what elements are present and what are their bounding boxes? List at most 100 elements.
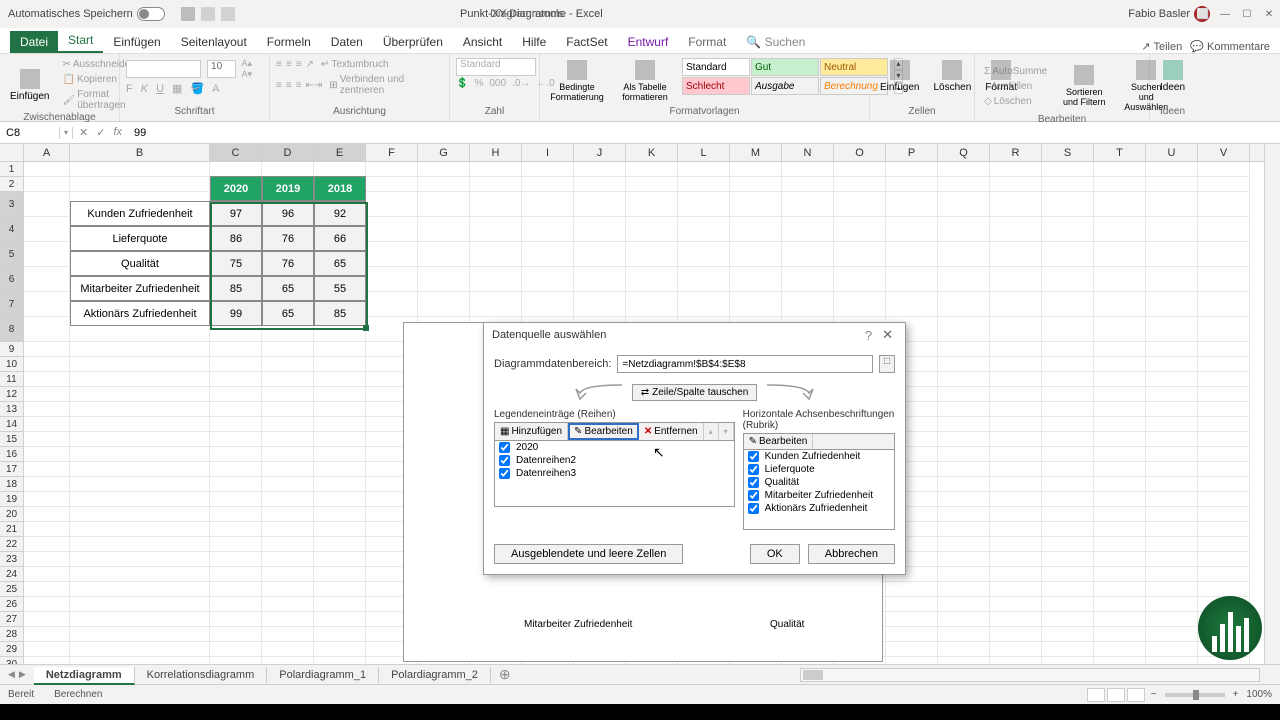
sort-filter-button[interactable]: Sortieren und Filtern	[1056, 63, 1112, 109]
italic-icon[interactable]: K	[141, 83, 148, 95]
number-format-select[interactable]: Standard	[456, 58, 536, 76]
series-item[interactable]: Datenreihen2	[495, 454, 734, 467]
cond-format-button[interactable]: Bedingte Formatierung	[546, 58, 608, 104]
category-item[interactable]: Aktionärs Zufriedenheit	[744, 502, 894, 515]
row-header[interactable]: 25	[0, 582, 24, 597]
col-header-S[interactable]: S	[1042, 144, 1094, 161]
add-series-button[interactable]: ▦ Hinzufügen	[495, 423, 568, 440]
col-header-M[interactable]: M	[730, 144, 782, 161]
worksheet-grid[interactable]: ABCDEFGHIJKLMNOPQRSTUV 12345678910111213…	[0, 144, 1280, 664]
save-icon[interactable]	[181, 7, 195, 21]
percent-icon[interactable]: %	[474, 78, 483, 89]
col-header-O[interactable]: O	[834, 144, 886, 161]
comments-button[interactable]: 💬 Kommentare	[1190, 40, 1270, 53]
next-sheet-icon[interactable]: ▶	[19, 669, 26, 680]
page-break-view-button[interactable]	[1127, 688, 1145, 702]
category-checkbox[interactable]	[748, 503, 759, 514]
row-header[interactable]: 2	[0, 177, 24, 192]
row-header[interactable]: 27	[0, 612, 24, 627]
fill-color-icon[interactable]: 🪣	[190, 82, 204, 95]
category-checkbox[interactable]	[748, 490, 759, 501]
series-listbox[interactable]: 2020 Datenreihen2 Datenreihen3	[494, 441, 735, 507]
tab-format[interactable]: Format	[678, 31, 736, 53]
font-color-icon[interactable]: A	[212, 83, 219, 95]
align-top-icon[interactable]: ≡	[276, 59, 282, 70]
row-header[interactable]: 9	[0, 342, 24, 357]
row-header[interactable]: 28	[0, 627, 24, 642]
tab-formeln[interactable]: Formeln	[257, 31, 321, 53]
normal-view-button[interactable]	[1087, 688, 1105, 702]
style-standard[interactable]: Standard	[682, 58, 750, 76]
category-item[interactable]: Kunden Zufriedenheit	[744, 450, 894, 463]
inc-decimal-icon[interactable]: .0→	[512, 78, 530, 89]
tab-ueberpruefen[interactable]: Überprüfen	[373, 31, 453, 53]
format-table-button[interactable]: Als Tabelle formatieren	[614, 58, 676, 104]
dialog-help-icon[interactable]: ?	[859, 328, 878, 343]
edit-series-button[interactable]: ✎ Bearbeiten	[568, 423, 639, 440]
style-schlecht[interactable]: Schlecht	[682, 77, 750, 95]
row-header[interactable]: 1	[0, 162, 24, 177]
range-picker-icon[interactable]: ⬚	[879, 355, 895, 373]
name-box[interactable]: C8	[0, 127, 60, 139]
row-header[interactable]: 5	[0, 242, 24, 267]
row-header[interactable]: 13	[0, 402, 24, 417]
autosave-toggle[interactable]	[137, 7, 165, 21]
vertical-scrollbar[interactable]	[1264, 144, 1280, 664]
wrap-text-button[interactable]: ↵ Textumbruch	[318, 58, 392, 71]
col-header-B[interactable]: B	[70, 144, 210, 161]
sheet-tab[interactable]: Netzdiagramm	[34, 667, 135, 685]
hidden-empty-cells-button[interactable]: Ausgeblendete und leere Zellen	[494, 544, 683, 564]
ideas-button[interactable]: Ideen	[1156, 58, 1189, 95]
row-header[interactable]: 24	[0, 567, 24, 582]
autosum-button[interactable]: Σ AutoSumme	[981, 65, 1050, 78]
tab-start[interactable]: Start	[58, 29, 103, 53]
sheet-tab[interactable]: Polardiagramm_1	[267, 667, 379, 683]
tab-entwurf[interactable]: Entwurf	[618, 31, 679, 53]
share-button[interactable]: ↗ Teilen	[1141, 40, 1182, 53]
row-header[interactable]: 21	[0, 522, 24, 537]
swap-row-col-button[interactable]: ⇄ Zeile/Spalte tauschen	[632, 384, 758, 401]
series-item[interactable]: Datenreihen3	[495, 467, 734, 480]
col-header-F[interactable]: F	[366, 144, 418, 161]
edit-axis-labels-button[interactable]: ✎ Bearbeiten	[744, 434, 814, 449]
cells-delete-button[interactable]: Löschen	[929, 58, 975, 95]
category-item[interactable]: Qualität	[744, 476, 894, 489]
col-header-I[interactable]: I	[522, 144, 574, 161]
zoom-in-icon[interactable]: +	[1233, 689, 1239, 700]
col-header-T[interactable]: T	[1094, 144, 1146, 161]
cells-insert-button[interactable]: Einfügen	[876, 58, 923, 95]
move-down-button[interactable]: ▾	[719, 423, 734, 440]
row-header[interactable]: 10	[0, 357, 24, 372]
ok-button[interactable]: OK	[750, 544, 800, 564]
col-header-N[interactable]: N	[782, 144, 834, 161]
col-header-C[interactable]: C	[210, 144, 262, 161]
row-header[interactable]: 20	[0, 507, 24, 522]
style-ausgabe[interactable]: Ausgabe	[751, 77, 819, 95]
dialog-close-icon[interactable]: ✕	[878, 327, 897, 343]
col-header-G[interactable]: G	[418, 144, 470, 161]
series-checkbox[interactable]	[499, 468, 510, 479]
col-header-A[interactable]: A	[24, 144, 70, 161]
prev-sheet-icon[interactable]: ◀	[8, 669, 15, 680]
currency-icon[interactable]: 💲	[456, 78, 468, 89]
orientation-icon[interactable]: ↗	[306, 59, 314, 70]
row-header[interactable]: 11	[0, 372, 24, 387]
row-header[interactable]: 18	[0, 477, 24, 492]
merge-button[interactable]: ⊞ Verbinden und zentrieren	[326, 73, 443, 97]
redo-icon[interactable]	[221, 7, 235, 21]
minimize-icon[interactable]: —	[1214, 0, 1236, 28]
name-box-dropdown-icon[interactable]: ▾	[60, 128, 72, 137]
style-gut[interactable]: Gut	[751, 58, 819, 76]
categories-listbox[interactable]: Kunden Zufriedenheit Lieferquote Qualitä…	[743, 450, 895, 530]
align-left-icon[interactable]: ≡	[276, 80, 282, 91]
zoom-slider[interactable]	[1165, 693, 1225, 697]
confirm-edit-icon[interactable]: ✓	[96, 126, 105, 139]
user-name[interactable]: Fabio Basler	[1128, 8, 1190, 20]
row-header[interactable]: 3	[0, 192, 24, 217]
col-header-J[interactable]: J	[574, 144, 626, 161]
row-header[interactable]: 4	[0, 217, 24, 242]
category-checkbox[interactable]	[748, 451, 759, 462]
close-icon[interactable]: ✕	[1258, 0, 1280, 28]
comma-icon[interactable]: 000	[489, 78, 506, 89]
chart-range-input[interactable]	[617, 355, 873, 373]
